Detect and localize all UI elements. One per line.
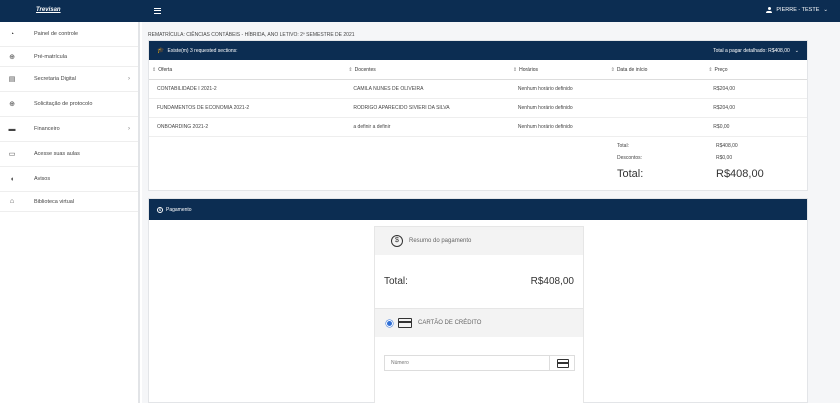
sidebar-item-label: Solicitação de protocolo bbox=[34, 101, 93, 107]
wallet-icon: ▬ bbox=[8, 125, 16, 133]
total-detail-label: Total a pagar detalhado: R$408,00 bbox=[713, 47, 790, 54]
column-header-horarios[interactable]: ⇕ Horários bbox=[510, 67, 608, 73]
sections-count: Existe(m) 3 requested sections: bbox=[167, 47, 238, 54]
table-row: FUNDAMENTOS DE ECONOMIA 2021-2 RODRIGO A… bbox=[149, 99, 807, 118]
credit-card-icon bbox=[557, 359, 569, 368]
sidebar-item-label: Acesse suas aulas bbox=[34, 151, 80, 157]
sidebar-item-biblioteca[interactable]: ⌂ Biblioteca virtual bbox=[0, 192, 138, 212]
dollar-icon: $ bbox=[391, 235, 403, 247]
sidebar-item-label: Pré-matrícula bbox=[34, 53, 68, 60]
card-number-input[interactable] bbox=[391, 360, 551, 366]
payment-summary-label: Resumo do pagamento bbox=[409, 238, 472, 244]
total-label: Total: bbox=[617, 143, 629, 149]
sort-icon: ⇕ bbox=[610, 66, 615, 73]
sort-icon: ⇕ bbox=[708, 66, 713, 73]
total-detail-toggle[interactable]: Total a pagar detalhado: R$408,00 ⌄ bbox=[713, 48, 799, 54]
user-name: PIERRE - TESTE bbox=[776, 7, 820, 13]
chevron-down-icon: ⌄ bbox=[823, 7, 828, 13]
payment-total: Total: R$408,00 bbox=[375, 255, 583, 309]
column-header-docentes[interactable]: ⇕ Docentes bbox=[345, 67, 510, 73]
top-navbar: Trevisan PIERRE - TESTE ⌄ bbox=[0, 0, 840, 22]
payment-header: $ Pagamento bbox=[149, 199, 807, 220]
field-divider bbox=[549, 356, 550, 370]
column-header-data[interactable]: ⇕ Data de início bbox=[608, 67, 706, 73]
payment-title: Pagamento bbox=[166, 206, 192, 213]
sidebar-item-aulas[interactable]: ▭ Acesse suas aulas bbox=[0, 142, 138, 167]
sidebar-item-secretaria[interactable]: ▤ Secretaria Digital › bbox=[0, 67, 138, 92]
library-icon: ⌂ bbox=[9, 198, 15, 205]
sidebar-item-avisos[interactable]: ◖ Avisos bbox=[0, 167, 138, 192]
plus-circle-icon: ⊕ bbox=[9, 101, 15, 108]
totals-summary: Total: R$408,00 Descontos: R$0,00 Total:… bbox=[149, 137, 807, 190]
chevron-down-icon: ⌄ bbox=[794, 47, 799, 54]
credit-card-icon bbox=[398, 318, 412, 328]
card-number-field[interactable] bbox=[384, 355, 575, 371]
sidebar-item-label: Secretaria Digital bbox=[34, 76, 76, 82]
table-row: ONBOARDING 2021-2 a definir a definir Ne… bbox=[149, 118, 807, 137]
sections-panel: 🎓 Existe(m) 3 requested sections: Total … bbox=[148, 40, 808, 191]
sidebar-item-label: Biblioteca virtual bbox=[34, 198, 75, 205]
column-header-preco[interactable]: ⇕ Preço bbox=[705, 67, 807, 73]
sort-icon: ⇕ bbox=[512, 66, 518, 73]
payment-total-value: R$408,00 bbox=[530, 276, 574, 287]
grand-total-label: Total: bbox=[617, 168, 644, 180]
documents-icon: ▤ bbox=[8, 76, 16, 83]
payment-method-credit-card[interactable]: CARTÃO DE CRÉDITO bbox=[375, 309, 583, 337]
table-row: CONTABILIDADE I 2021-2 CAMILA NUNES DE O… bbox=[149, 80, 807, 99]
sidebar-item-protocolo[interactable]: ⊕ Solicitação de protocolo bbox=[0, 92, 138, 117]
logo[interactable]: Trevisan bbox=[36, 7, 61, 13]
chevron-right-icon: › bbox=[128, 126, 130, 132]
user-icon bbox=[766, 7, 773, 13]
sidebar-item-label: Avisos bbox=[34, 176, 51, 182]
total-value: R$408,00 bbox=[716, 143, 738, 149]
sidebar-item-financeiro[interactable]: ▬ Financeiro › bbox=[0, 117, 138, 142]
dollar-icon: $ bbox=[157, 206, 163, 213]
sidebar: ◔ Painel de controle ⊕ Pré-matrícula ▤ S… bbox=[0, 22, 140, 403]
payment-panel: $ Pagamento $ Resumo do pagamento Total:… bbox=[148, 198, 808, 403]
page-title: REMATRÍCULA: CIÊNCIAS CONTÁBEIS - HÍBRID… bbox=[148, 32, 355, 38]
plus-circle-icon: ⊕ bbox=[9, 53, 15, 61]
payment-total-label: Total: bbox=[384, 276, 408, 287]
sections-header: 🎓 Existe(m) 3 requested sections: Total … bbox=[149, 41, 807, 60]
user-menu[interactable]: PIERRE - TESTE ⌄ bbox=[766, 7, 828, 13]
main-content: REMATRÍCULA: CIÊNCIAS CONTÁBEIS - HÍBRID… bbox=[142, 22, 840, 403]
column-header-oferta[interactable]: ⇕ Oferta bbox=[149, 67, 345, 73]
sort-icon: ⇕ bbox=[152, 66, 157, 73]
payment-method-label: CARTÃO DE CRÉDITO bbox=[418, 320, 482, 326]
sidebar-item-label: Painel de controle bbox=[34, 31, 79, 37]
discount-value: R$0,00 bbox=[716, 155, 733, 161]
credit-card-radio[interactable] bbox=[387, 320, 392, 326]
sidebar-item-pre-matricula[interactable]: ⊕ Pré-matrícula bbox=[0, 47, 138, 67]
megaphone-icon: ◖ bbox=[9, 175, 15, 183]
menu-icon[interactable] bbox=[154, 8, 161, 14]
monitor-icon: ▭ bbox=[8, 151, 16, 158]
sort-icon: ⇕ bbox=[348, 66, 353, 73]
dashboard-icon: ◔ bbox=[9, 30, 15, 38]
graduation-cap-icon: 🎓 bbox=[157, 48, 165, 54]
grand-total-value: R$408,00 bbox=[716, 168, 764, 180]
table-header: ⇕ Oferta ⇕ Docentes ⇕ Horários ⇕ Data de iní… bbox=[149, 60, 807, 80]
payment-card: $ Resumo do pagamento Total: R$408,00 CA… bbox=[374, 226, 584, 403]
chevron-right-icon: › bbox=[128, 76, 130, 82]
sidebar-item-painel[interactable]: ◔ Painel de controle bbox=[0, 22, 138, 47]
sidebar-item-label: Financeiro bbox=[34, 126, 60, 132]
payment-summary: $ Resumo do pagamento bbox=[375, 227, 583, 255]
discount-label: Descontos: bbox=[617, 155, 643, 161]
